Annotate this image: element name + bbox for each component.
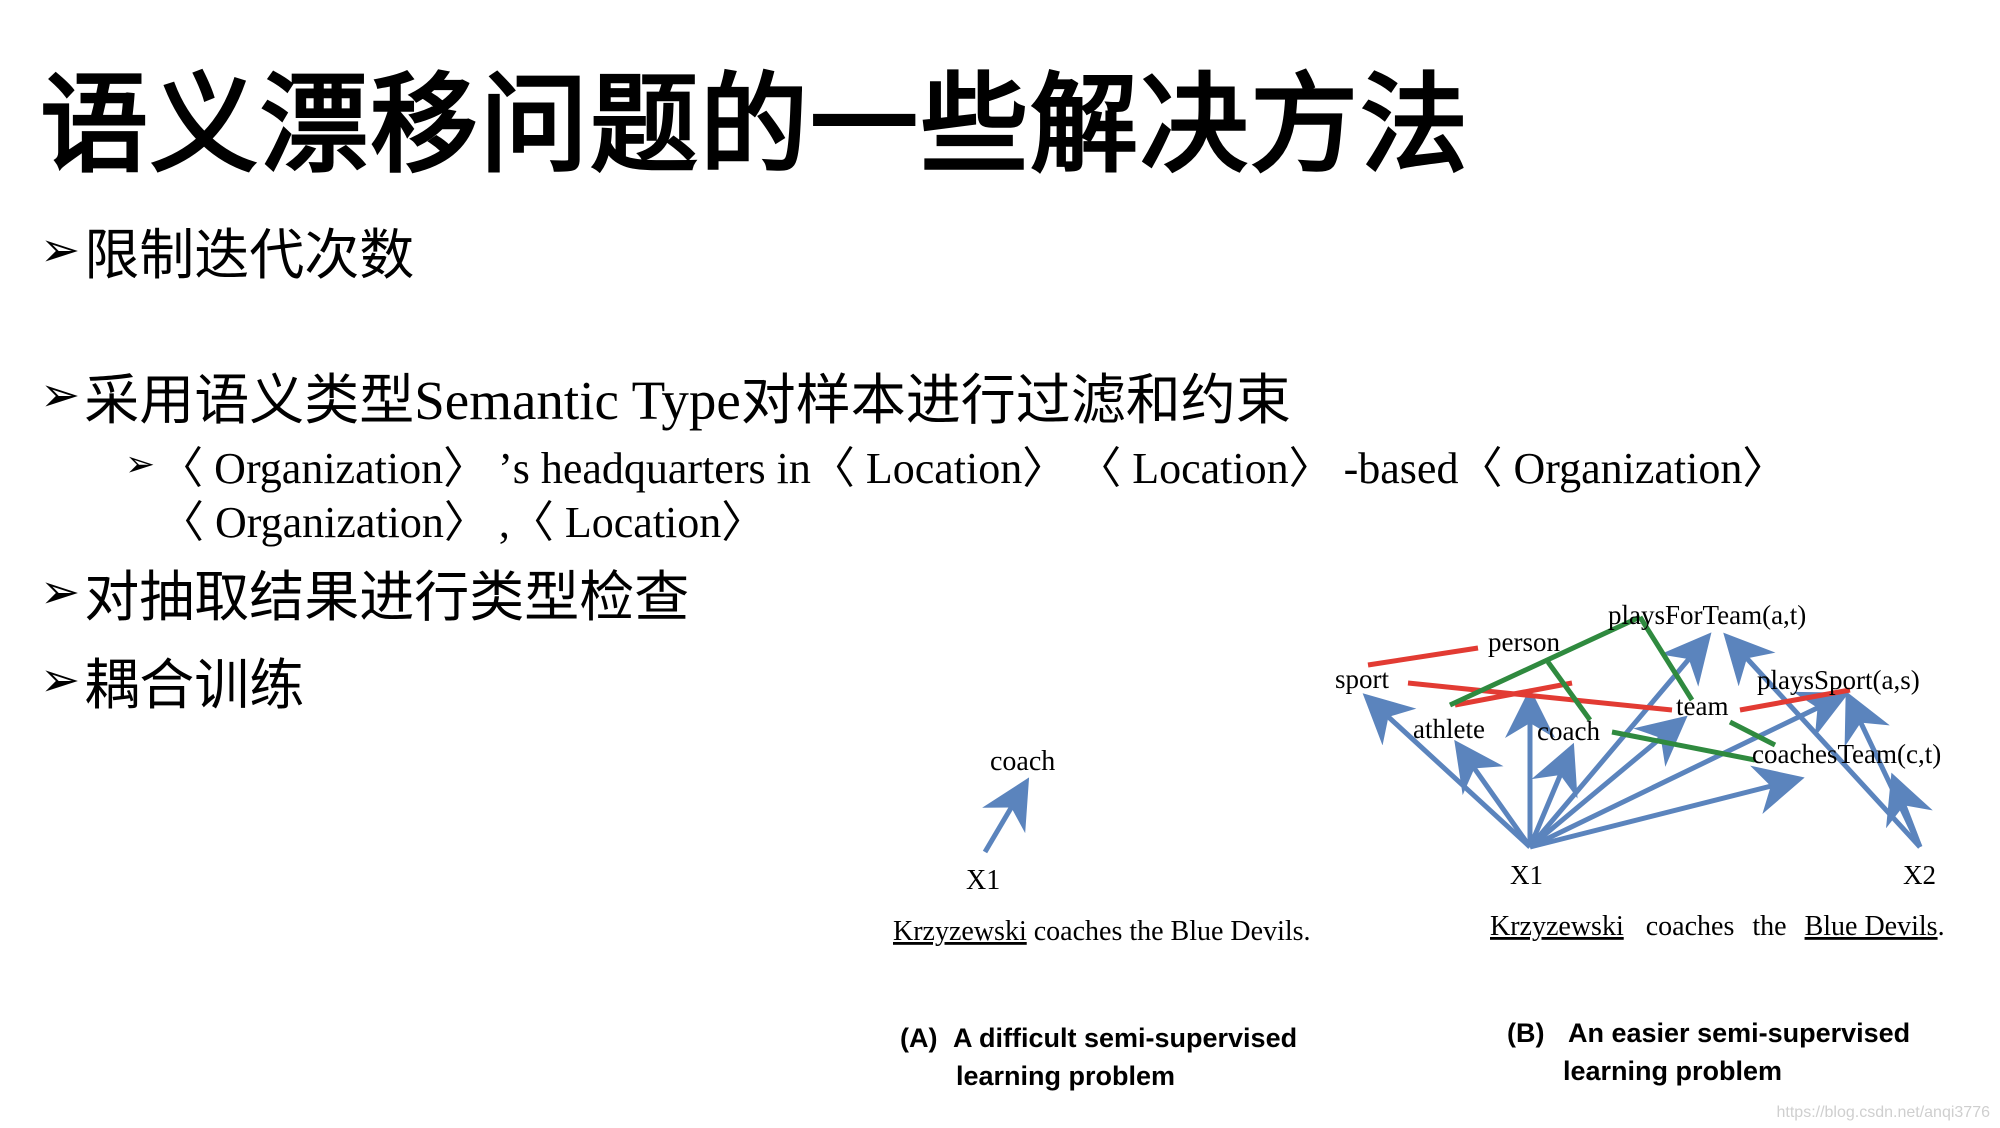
sentence-a: Krzyzewski coaches the Blue Devils.	[893, 916, 1311, 947]
edge-mutex-sport-person	[1367, 645, 1479, 668]
node-x1-a: X1	[966, 865, 1000, 896]
node-coach-b: coach	[1537, 716, 1600, 746]
node-playsForTeam: playsForTeam(a,t)	[1608, 600, 1806, 630]
diagram-a: coach X1 Krzyzewski coaches the Blue Dev…	[893, 746, 1311, 947]
node-sport: sport	[1335, 664, 1389, 694]
sentence-b-verb: coaches	[1646, 911, 1735, 942]
caption-b: (B) An easier semi-supervised learning p…	[1507, 1014, 1910, 1090]
sentence-b-period: .	[1938, 911, 1945, 942]
caption-a-line1: A difficult semi-supervised	[953, 1023, 1298, 1053]
sentence-a-subject: Krzyzewski	[893, 916, 1027, 947]
caption-a-marker: (A)	[900, 1023, 938, 1053]
edge-x1-to-coach-a	[982, 777, 1030, 854]
caption-b-marker: (B)	[1507, 1018, 1545, 1048]
node-team: team	[1676, 691, 1728, 721]
edge-x2-coachesTeam	[1886, 772, 1933, 848]
caption-a-line2: learning problem	[956, 1061, 1176, 1091]
sentence-b-subject: Krzyzewski	[1490, 911, 1624, 942]
coupled-learning-diagram: coach X1 Krzyzewski coaches the Blue Dev…	[893, 600, 1945, 947]
sentence-a-rest: coaches the Blue Devils.	[1027, 916, 1311, 947]
node-coachesTeam: coachesTeam(c,t)	[1752, 739, 1941, 769]
node-person: person	[1488, 627, 1560, 657]
node-x2: X2	[1903, 860, 1936, 890]
edge-couple-person-coach	[1545, 660, 1593, 722]
sentence-b: Krzyzewski coaches the Blue Devils.	[1490, 911, 1945, 942]
node-x1-b: X1	[1510, 860, 1543, 890]
caption-a: (A) A difficult semi-supervised learning…	[900, 1019, 1297, 1095]
edge-x1-athlete	[1454, 739, 1533, 849]
sentence-b-object: Blue Devils	[1805, 911, 1938, 942]
node-playsSport: playsSport(a,s)	[1757, 665, 1920, 695]
sentence-b-det: the	[1752, 911, 1786, 942]
node-coach-a: coach	[990, 746, 1055, 777]
diagram-b-nodes: person playsForTeam(a,t) sport playsSpor…	[1335, 600, 1941, 890]
node-athlete: athlete	[1413, 714, 1485, 744]
caption-b-line1: An easier semi-supervised	[1568, 1018, 1911, 1048]
caption-b-line2: learning problem	[1563, 1056, 1783, 1086]
watermark: https://blog.csdn.net/anqi3776	[1776, 1104, 1991, 1121]
